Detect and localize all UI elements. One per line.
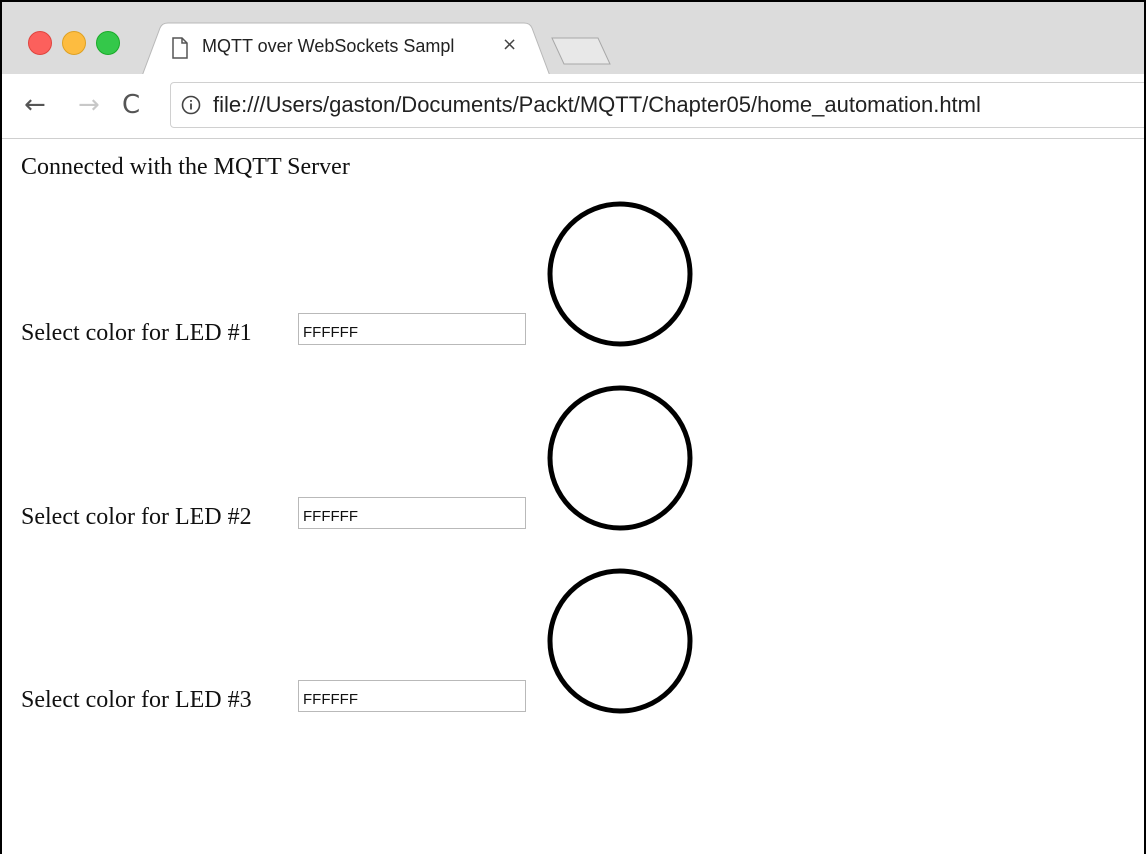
connection-status: Connected with the MQTT Server (21, 154, 350, 180)
reload-icon[interactable]: C (122, 90, 140, 120)
led-circle (547, 568, 693, 714)
led-color-input[interactable] (298, 497, 526, 529)
maximize-window-button[interactable] (96, 31, 120, 55)
led-color-input[interactable] (298, 313, 526, 345)
tab-title: MQTT over WebSockets Sampl (202, 36, 455, 56)
forward-arrow-icon[interactable]: → (78, 90, 100, 120)
address-bar[interactable]: file:///Users/gaston/Documents/Packt/MQT… (170, 82, 1144, 128)
tab-title-fade (462, 32, 496, 62)
led-label: Select color for LED #2 (21, 504, 252, 530)
page-content: Connected with the MQTT Server Select co… (2, 139, 1144, 854)
led-circle (547, 385, 693, 531)
close-tab-icon[interactable]: × (502, 34, 517, 55)
browser-window: MQTT over WebSockets Sampl × ← → C file:… (0, 0, 1146, 854)
new-tab-button[interactable] (550, 36, 612, 66)
close-window-button[interactable] (28, 31, 52, 55)
tab-strip: MQTT over WebSockets Sampl × (2, 2, 1144, 76)
info-icon[interactable] (181, 95, 201, 115)
led-circle (547, 201, 693, 347)
minimize-window-button[interactable] (62, 31, 86, 55)
led-row-1: Select color for LED #1 (21, 197, 721, 347)
back-arrow-icon[interactable]: ← (24, 90, 46, 120)
led-color-input[interactable] (298, 680, 526, 712)
browser-toolbar: ← → C file:///Users/gaston/Documents/Pac… (2, 74, 1144, 139)
led-label: Select color for LED #1 (21, 320, 252, 346)
tab-active[interactable]: MQTT over WebSockets Sampl × (142, 22, 550, 76)
document-icon (172, 37, 188, 59)
url-text[interactable]: file:///Users/gaston/Documents/Packt/MQT… (213, 92, 981, 118)
led-label: Select color for LED #3 (21, 687, 252, 713)
led-row-2: Select color for LED #2 (21, 381, 721, 531)
led-row-3: Select color for LED #3 (21, 564, 721, 714)
